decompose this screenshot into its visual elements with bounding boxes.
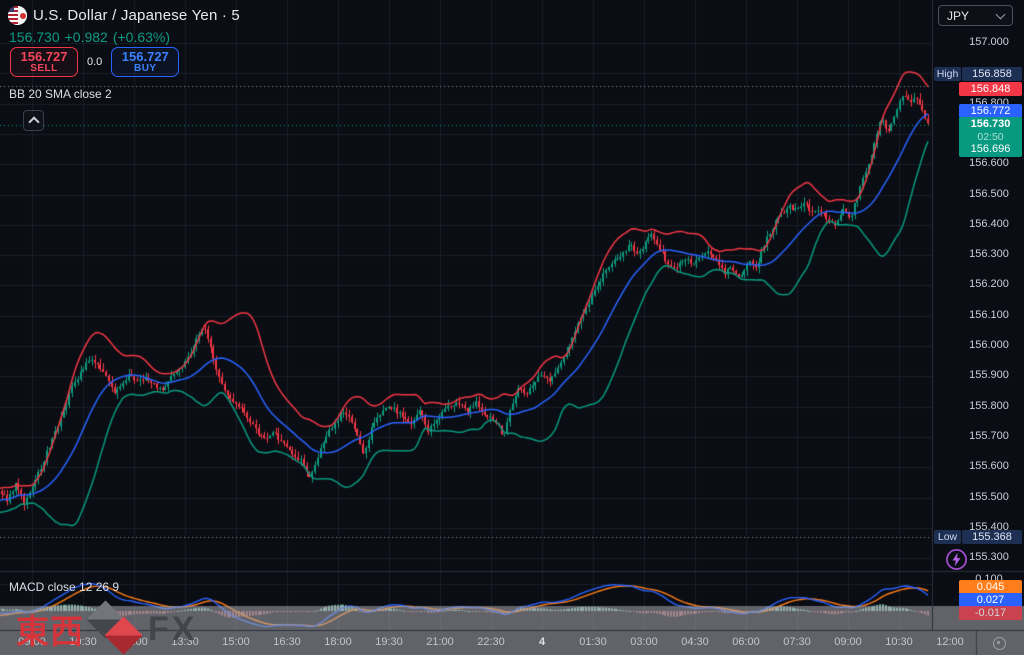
buy-price: 156.727 bbox=[122, 50, 169, 64]
low-badge: Low155.368 bbox=[934, 530, 1022, 544]
price-tick-label: 156.400 bbox=[932, 218, 1024, 230]
price-tick-label: 156.500 bbox=[932, 188, 1024, 200]
last-price-row: 156.730 +0.982 (+0.63%) bbox=[9, 29, 175, 45]
macd-line-badge: 0.027 bbox=[959, 593, 1022, 607]
time-tick-label: 12:00 bbox=[112, 636, 156, 648]
price-change-pct: (+0.63%) bbox=[113, 29, 170, 45]
last-price-axis-value: 156.730 bbox=[959, 117, 1022, 131]
price-axis[interactable]: 157.000156.900156.800156.700156.600156.5… bbox=[932, 0, 1024, 630]
lightning-icon bbox=[945, 548, 968, 571]
price-tick-label: 156.200 bbox=[932, 278, 1024, 290]
time-tick-label: 06:00 bbox=[724, 636, 768, 648]
macd-hist-badge: -0.017 bbox=[959, 606, 1022, 620]
time-tick-label: 22:30 bbox=[469, 636, 513, 648]
time-tick-label: 15:00 bbox=[214, 636, 258, 648]
last-price-value: 156.730 bbox=[9, 29, 60, 45]
price-change: +0.982 bbox=[65, 29, 108, 45]
trade-panel: 156.727 SELL 0.0 156.727 BUY bbox=[10, 47, 179, 77]
price-tick-label: 155.700 bbox=[932, 430, 1024, 442]
price-tick-label: 156.100 bbox=[932, 309, 1024, 321]
price-tick-label: 156.300 bbox=[932, 248, 1024, 260]
time-tick-label: 13:30 bbox=[163, 636, 207, 648]
time-tick-label: 07:30 bbox=[775, 636, 819, 648]
price-tick-label: 155.800 bbox=[932, 400, 1024, 412]
buy-label: BUY bbox=[134, 64, 157, 75]
time-tick-label: 09:00 bbox=[10, 636, 54, 648]
quick-trade-lightning-button[interactable] bbox=[945, 548, 968, 571]
time-tick-label: 10:30 bbox=[877, 636, 921, 648]
sell-price: 156.727 bbox=[21, 50, 68, 64]
time-tick-label: 04:30 bbox=[673, 636, 717, 648]
time-tick-label: 18:00 bbox=[316, 636, 360, 648]
bb-lower-value-badge: 156.696 bbox=[959, 143, 1022, 157]
timezone-settings-icon[interactable] bbox=[993, 637, 1006, 650]
last-price-badge: 156.73002:50156.696 bbox=[959, 117, 1022, 157]
price-tick-label: 157.000 bbox=[932, 36, 1024, 48]
sell-button[interactable]: 156.727 SELL bbox=[10, 47, 78, 77]
usdjpy-flag-icon bbox=[8, 6, 27, 25]
time-tick-label: 09:00 bbox=[826, 636, 870, 648]
time-tick-label: 10:30 bbox=[61, 636, 105, 648]
sell-label: SELL bbox=[30, 64, 58, 75]
bar-countdown: 02:50 bbox=[959, 131, 1022, 143]
time-axis[interactable]: 09:00 10:30 12:00 13:30 15:00 16:30 18:00 19:30… bbox=[0, 630, 1024, 655]
time-day-marker: 4 bbox=[520, 636, 564, 648]
symbol-title[interactable]: U.S. Dollar / Japanese Yen · 5 bbox=[33, 7, 240, 24]
collapse-pane-button[interactable] bbox=[23, 110, 44, 131]
price-tick-label: 156.000 bbox=[932, 339, 1024, 351]
buy-button[interactable]: 156.727 BUY bbox=[111, 47, 179, 77]
time-tick-label: 01:30 bbox=[571, 636, 615, 648]
time-tick-label: 16:30 bbox=[265, 636, 309, 648]
time-tick-label: 12:00 bbox=[928, 636, 972, 648]
chevron-up-icon bbox=[28, 116, 39, 127]
time-tick-label: 21:00 bbox=[418, 636, 462, 648]
price-tick-label: 155.600 bbox=[932, 460, 1024, 472]
macd-indicator-label[interactable]: MACD close 12 26 9 bbox=[9, 580, 119, 594]
bb-indicator-label[interactable]: BB 20 SMA close 2 bbox=[9, 87, 112, 101]
time-tick-label: 03:00 bbox=[622, 636, 666, 648]
spread-value: 0.0 bbox=[87, 56, 102, 68]
high-badge: High156.858 bbox=[934, 67, 1022, 81]
trading-chart-app: U.S. Dollar / Japanese Yen · 5 156.730 +0… bbox=[0, 0, 1024, 655]
price-tick-label: 155.500 bbox=[932, 491, 1024, 503]
price-chart-canvas[interactable] bbox=[0, 0, 1024, 655]
macd-signal-badge: 0.045 bbox=[959, 580, 1022, 594]
price-tick-label: 156.600 bbox=[932, 157, 1024, 169]
bb-upper-value-badge: 156.848 bbox=[959, 82, 1022, 96]
price-tick-label: 155.900 bbox=[932, 369, 1024, 381]
time-tick-label: 19:30 bbox=[367, 636, 411, 648]
